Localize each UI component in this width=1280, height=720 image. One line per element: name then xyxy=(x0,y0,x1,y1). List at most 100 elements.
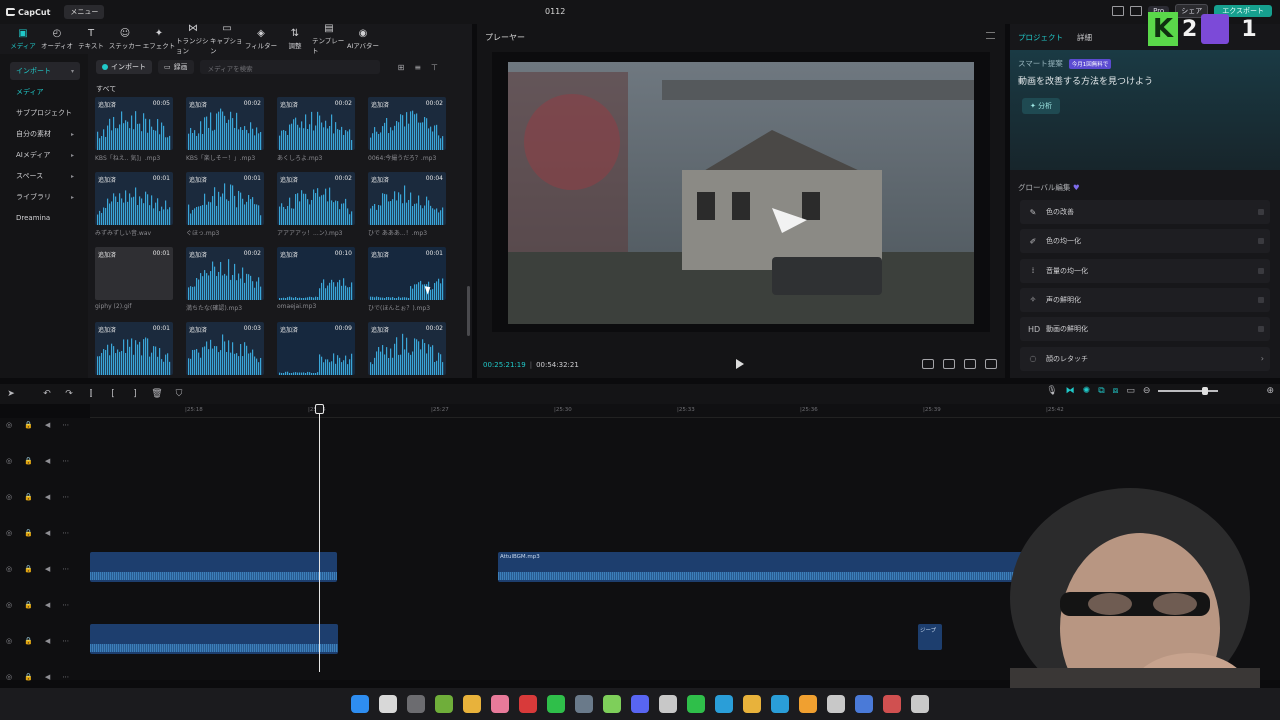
taskbar-app-icon[interactable] xyxy=(827,695,845,713)
global-edit-item[interactable]: HD 動画の鮮明化 xyxy=(1020,317,1270,342)
media-card[interactable]: 追加済 00:02 あくしろよ.mp3 xyxy=(277,97,355,172)
tool-sticker[interactable]: ☺ ステッカー xyxy=(108,24,142,54)
sidebar-item[interactable]: スペース ▸ xyxy=(10,167,80,185)
toggle-checkbox[interactable] xyxy=(1258,267,1264,274)
taskbar-app-icon[interactable] xyxy=(911,695,929,713)
audio-icon[interactable]: ◀ xyxy=(45,529,50,537)
play-icon[interactable] xyxy=(736,359,744,369)
lock-icon[interactable]: 🔒 xyxy=(24,565,33,573)
taskbar-app-icon[interactable] xyxy=(407,695,425,713)
media-thumbnail[interactable]: 追加済 00:02 xyxy=(186,97,264,150)
lock-icon[interactable]: 🔒 xyxy=(24,601,33,609)
playhead-handle[interactable] xyxy=(315,404,324,414)
audio-clip[interactable] xyxy=(90,552,337,582)
snap-icon[interactable]: ✺ xyxy=(1083,386,1091,396)
global-edit-item[interactable]: ✎ 色の改善 xyxy=(1020,200,1270,224)
taskbar-app-icon[interactable] xyxy=(351,695,369,713)
media-thumbnail[interactable]: 追加済 00:02 xyxy=(368,97,446,150)
split-icon[interactable]: ⫿ xyxy=(80,389,102,399)
media-card[interactable]: 追加済 00:04 ひで あああ...！.mp3 xyxy=(368,172,446,247)
split-right-icon[interactable]: ] xyxy=(124,389,146,399)
media-thumbnail[interactable]: 追加済 00:01 xyxy=(186,172,264,225)
toggle-checkbox[interactable] xyxy=(1258,209,1264,215)
media-thumbnail[interactable]: 追加済 00:02 xyxy=(186,247,264,300)
more-icon[interactable]: ⋯ xyxy=(62,601,69,609)
sidebar-item[interactable]: AIメディア ▸ xyxy=(10,146,80,164)
media-thumbnail[interactable]: 追加済 00:10 xyxy=(277,247,355,300)
audio-icon[interactable]: ◀ xyxy=(45,421,50,429)
track-icon[interactable]: ⧈ xyxy=(1113,386,1119,396)
media-card[interactable]: 追加済 00:01 giphy (2).gif xyxy=(95,247,173,322)
global-edit-item[interactable]: ⁞ 音量の均一化 xyxy=(1020,258,1270,283)
global-edit-item[interactable]: ✐ 色の均一化 xyxy=(1020,229,1270,254)
media-thumbnail[interactable]: 追加済 00:09 xyxy=(277,322,355,375)
media-card[interactable]: 追加済 00:02 0064:今撮うだろ？.mp3 xyxy=(368,97,446,172)
sidebar-item[interactable]: インポート ▾ xyxy=(10,62,80,80)
lock-icon[interactable]: 🔒 xyxy=(24,673,33,681)
audio-icon[interactable]: ◀ xyxy=(45,601,50,609)
layout-icon[interactable] xyxy=(1112,6,1125,16)
sidebar-item[interactable]: 自分の素材 ▸ xyxy=(10,125,80,143)
media-card[interactable]: 追加済 00:10 omaejai.mp3 xyxy=(277,247,355,322)
media-card[interactable]: 追加済 00:01 ぐほっ.mp3 xyxy=(186,172,264,247)
more-icon[interactable]: ⋯ xyxy=(62,673,69,681)
select-tool-icon[interactable]: ➤ xyxy=(0,389,22,399)
zoom-out-icon[interactable]: ⊖ xyxy=(1143,386,1151,396)
tool-filter[interactable]: ◈ フィルター xyxy=(244,24,278,54)
playhead[interactable] xyxy=(319,404,320,672)
grid-view-icon[interactable]: ⊞ xyxy=(398,63,405,72)
tool-text[interactable]: T テキスト xyxy=(74,24,108,54)
quality-icon[interactable] xyxy=(964,359,976,369)
audio-icon[interactable]: ◀ xyxy=(45,565,50,573)
more-icon[interactable]: ⋯ xyxy=(62,529,69,537)
video-preview[interactable] xyxy=(492,52,990,332)
taskbar-app-icon[interactable] xyxy=(715,695,733,713)
media-card[interactable]: 追加済 00:01 みずみずしい音.wav xyxy=(95,172,173,247)
snapshot-icon[interactable] xyxy=(943,359,955,369)
mic-icon[interactable]: 🎙 xyxy=(1046,386,1057,396)
eye-icon[interactable]: ◎ xyxy=(6,457,12,465)
toggle-checkbox[interactable] xyxy=(1258,238,1264,245)
media-thumbnail[interactable]: 追加済 00:02 xyxy=(277,172,355,225)
media-thumbnail[interactable]: 追加済 00:01 xyxy=(95,172,173,225)
eye-icon[interactable]: ◎ xyxy=(6,673,12,681)
preview-axis-icon[interactable]: ⧉ xyxy=(1098,386,1104,396)
timeline-ruler[interactable]: |25:18|25:24|25:27|25:30|25:33|25:36|25:… xyxy=(90,404,1280,418)
small-audio-clip[interactable]: ジープ xyxy=(918,624,942,650)
audio-icon[interactable]: ◀ xyxy=(45,637,50,645)
more-icon[interactable]: ⋯ xyxy=(62,565,69,573)
taskbar-app-icon[interactable] xyxy=(883,695,901,713)
more-icon[interactable]: ⋯ xyxy=(62,637,69,645)
taskbar-app-icon[interactable] xyxy=(547,695,565,713)
media-thumbnail[interactable]: 追加済 00:03 xyxy=(186,322,264,375)
taskbar-app-icon[interactable] xyxy=(379,695,397,713)
more-icon[interactable]: ⋯ xyxy=(62,493,69,501)
media-search-input[interactable]: メディアを検索 xyxy=(199,60,380,74)
media-card[interactable]: 追加済 00:02 KBS「楽しそー！」.mp3 xyxy=(186,97,264,172)
audio-icon[interactable]: ◀ xyxy=(45,457,50,465)
taskbar-app-icon[interactable] xyxy=(631,695,649,713)
chevron-right-icon[interactable]: › xyxy=(1261,354,1264,363)
undo-icon[interactable]: ↶ xyxy=(36,389,58,399)
sort-icon[interactable]: ≡ xyxy=(414,63,421,72)
media-thumbnail[interactable]: 追加済 00:05 xyxy=(95,97,173,150)
marker-icon[interactable]: ⛉ xyxy=(168,389,190,399)
zoom-slider[interactable] xyxy=(1158,387,1219,395)
link-icon[interactable]: ⧓ xyxy=(1066,386,1075,396)
media-card[interactable]: 追加済 00:05 KBS「ねえ.. 気]」.mp3 xyxy=(95,97,173,172)
delete-icon[interactable]: 🗑 xyxy=(146,389,168,399)
fullscreen-icon[interactable] xyxy=(985,359,997,369)
audio-icon[interactable]: ◀ xyxy=(45,673,50,681)
lock-icon[interactable]: 🔒 xyxy=(24,637,33,645)
tool-caption[interactable]: ▭ キャプション xyxy=(210,23,244,55)
media-thumbnail[interactable]: 追加済 00:01 xyxy=(95,322,173,375)
media-thumbnail[interactable]: 追加済 00:02 xyxy=(368,322,446,375)
media-card[interactable]: 追加済 00:02 アアアアッ！...ン).mp3 xyxy=(277,172,355,247)
player-menu-icon[interactable] xyxy=(986,32,995,39)
global-edit-item[interactable]: ✧ 声の鮮明化 xyxy=(1020,287,1270,312)
record-button[interactable]: ▭ 録画 xyxy=(158,60,194,74)
toggle-checkbox[interactable] xyxy=(1258,296,1264,303)
lock-icon[interactable]: 🔒 xyxy=(24,493,33,501)
taskbar-app-icon[interactable] xyxy=(799,695,817,713)
global-edit-item[interactable]: ◌ 顔のレタッチ › xyxy=(1020,346,1270,371)
